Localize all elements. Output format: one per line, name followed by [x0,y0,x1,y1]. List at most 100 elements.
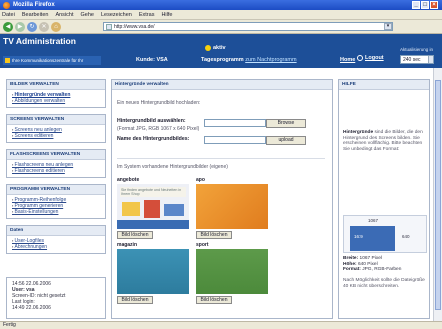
window-title: Mozilla Firefox [13,2,55,8]
thumbnail-banner: Sie finden angebote und Neuheiten in Ihr… [120,187,186,197]
forward-icon[interactable]: ▶ [15,21,25,32]
diagram-box: 16:9 [350,226,395,251]
nav-section-programm: PROGRAMM VERWALTEN Programm-Reihenfolge … [6,184,106,219]
help-panel-header: HILFE [339,80,429,90]
thumbnail-image [117,249,189,294]
upload-description: Ein neues Hintergrundbild hochladen: [117,100,201,106]
program-label: Tagesprogramm [201,57,244,63]
address-dropdown-icon[interactable]: ▾ [384,23,392,30]
browser-status-bar: Fertig [0,321,442,329]
status-active: aktiv [205,45,226,51]
file-format-hint: (Format JPG, RGB 1067 x 640 Pixel) [117,126,200,132]
app-subtitle: Ihre Kommunikationszentrale für Ihr [12,58,84,63]
help-text-term: Hintergründe [343,130,374,135]
format-specs: Breite: 1067 Pixel Höhe: 640 Pixel Forma… [343,256,427,273]
main-panel-header: Hintergründe verwalten [112,80,332,90]
maximize-button[interactable]: □ [421,1,429,9]
nav-item-abbildungen[interactable]: Abbildungen verwalten [12,98,100,104]
app-title: TV Administration [3,36,76,46]
delete-image-button[interactable]: Bild löschen [117,231,153,239]
menu-gehe[interactable]: Gehe [81,12,94,18]
reload-icon[interactable]: ↻ [27,21,37,32]
back-icon[interactable]: ◀ [3,21,13,32]
browse-button[interactable]: Browse [266,119,306,128]
left-navigation: BILDER VERWALTEN Hintergründe verwalten … [6,79,106,260]
menu-lesezeichen[interactable]: Lesezeichen [101,12,132,18]
refresh-select[interactable]: 240 sec [400,55,434,64]
diagram-height: 640 [402,234,410,239]
program-switch: Tagesprogramm zum Nachtprogramm [201,57,297,63]
refresh-value: 240 sec [403,57,421,63]
menu-hilfe[interactable]: Hilfe [161,12,172,18]
image-name-input[interactable] [204,136,266,144]
thumbnail-label: apo [196,177,205,183]
thumbnail-label: magazin [117,242,138,248]
nav-section-header: Daten [7,226,105,236]
power-icon [357,55,363,61]
nav-section-header: SCREENS VERWALTEN [7,115,105,125]
stop-icon[interactable]: ✕ [39,21,49,32]
thumbnail-apo: apo Bild löschen [196,177,268,239]
delete-image-button[interactable]: Bild löschen [196,296,232,304]
thumbnail-label: sport [196,242,209,248]
nav-section-header: PROGRAMM VERWALTEN [7,185,105,195]
program-switch-link[interactable]: zum Nachtprogramm [245,57,296,63]
existing-images-label: Im System vorhandene Hintergrundbilder (… [117,164,228,170]
thumbnail-image [196,184,268,229]
arrow-icon [5,58,10,63]
minimize-button[interactable]: _ [412,1,420,9]
nav-item-flashscreens-edit[interactable]: Flashscreens editieren [12,168,100,174]
address-bar[interactable]: http://www.vsa.de/ [103,22,393,31]
nav-item-basis-settings[interactable]: Basis-Einstellungen [12,209,100,215]
thumbnail-image [196,249,268,294]
nav-section-daten: Daten User-Logfiles Abrechnungen [6,225,106,254]
customer-label: Kunde: VSA [136,57,168,63]
menu-bar: Datei Bearbeiten Ansicht Gehe Lesezeiche… [0,10,442,20]
address-url: http://www.vsa.de/ [114,24,155,30]
nav-item-screens-edit[interactable]: Screens editieren [12,133,100,139]
scrollbar-thumb[interactable] [435,80,441,310]
refresh-label: Aktualisierung in [400,47,434,52]
home-icon[interactable]: ⌂ [51,21,61,32]
vertical-scrollbar[interactable] [433,68,442,321]
nav-section-flashscreens: FLASHSCREENS VERWALTEN Flashscreens neu … [6,149,106,178]
home-link[interactable]: Home [340,57,355,63]
thumbnail-sport: sport Bild löschen [196,242,268,304]
upload-button[interactable]: upload [266,136,306,145]
firefox-icon [3,1,10,9]
main-panel: Hintergründe verwalten Ein neues Hinterg… [111,79,333,319]
session-last-login: 14:49 22.06.2006 [12,305,51,311]
logout-label: Logout [365,55,384,61]
thumbnail-angebote: angebote Sie finden angebote und Neuheit… [117,177,189,239]
nav-item-abrechnungen[interactable]: Abrechnungen [12,244,100,250]
nav-section-header: BILDER VERWALTEN [7,80,105,90]
status-dot-icon [205,45,211,51]
window-titlebar: Mozilla Firefox _ □ × [0,0,442,10]
refresh-dropdown-icon[interactable] [428,56,433,63]
menu-extras[interactable]: Extras [139,12,155,18]
format-diagram: 1067 16:9 640 [343,215,427,253]
help-note: Nach Möglichkeit sollte die Dateigröße 4… [343,278,425,289]
close-button[interactable]: × [430,1,438,9]
delete-image-button[interactable]: Bild löschen [117,296,153,304]
app-subtitle-bar: Ihre Kommunikationszentrale für Ihr [3,56,101,65]
session-status-box: 14:56 22.06.2006 User: vsa Screen-ID: ni… [6,277,106,319]
browser-status-text: Fertig [3,322,16,328]
help-panel: HILFE Hintergründe sind die Bilder, die … [338,79,430,319]
nav-section-bilder: BILDER VERWALTEN Hintergründe verwalten … [6,79,106,108]
image-name-label: Name des Hintergrundbildes: [117,136,190,142]
delete-image-button[interactable]: Bild löschen [196,231,232,239]
spec-format: Format: JPG, RGB-Farben [343,267,402,272]
nav-section-header: FLASHSCREENS VERWALTEN [7,150,105,160]
thumbnail-magazin: magazin Bild löschen [117,242,189,304]
file-select-label: Hintergrundbild auswählen: [117,118,186,124]
menu-bearbeiten[interactable]: Bearbeiten [22,12,49,18]
thumbnail-image: Sie finden angebote und Neuheiten in Ihr… [117,184,189,229]
nav-section-screens: SCREENS VERWALTEN Screens neu anlegen Sc… [6,114,106,143]
menu-ansicht[interactable]: Ansicht [55,12,73,18]
logout-link[interactable]: Logout [357,55,384,61]
app-header: TV Administration Ihre Kommunikationszen… [0,34,442,68]
menu-datei[interactable]: Datei [2,12,15,18]
status-active-label: aktiv [213,45,226,51]
file-path-input[interactable] [204,119,266,127]
